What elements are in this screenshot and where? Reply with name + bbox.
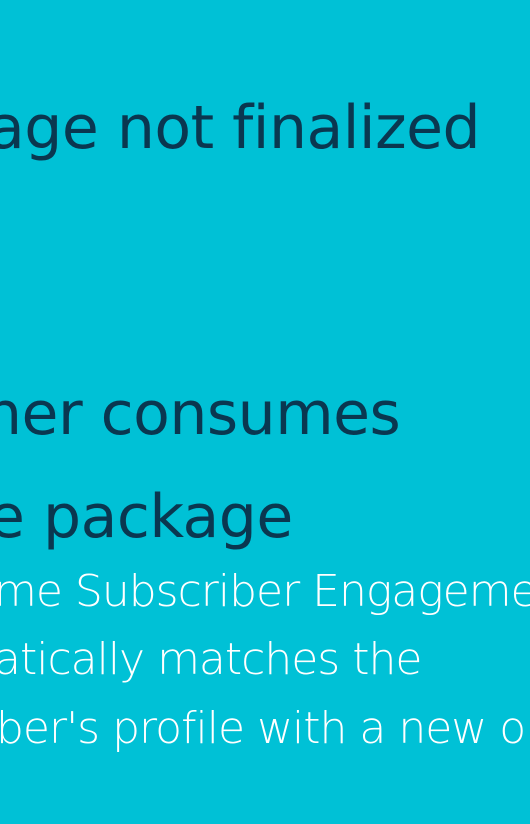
body-line-1: me Subscriber Engageme bbox=[0, 566, 530, 617]
heading-status-line: age not finalized bbox=[0, 93, 481, 163]
slide-crop: age not finalized ner consumes e package… bbox=[0, 0, 530, 824]
heading-line-2: e package bbox=[0, 482, 293, 552]
body-line-2: atically matches the bbox=[0, 634, 422, 685]
heading-line-1: ner consumes bbox=[0, 379, 401, 449]
body-line-3: ber's profile with a new o bbox=[0, 703, 526, 754]
